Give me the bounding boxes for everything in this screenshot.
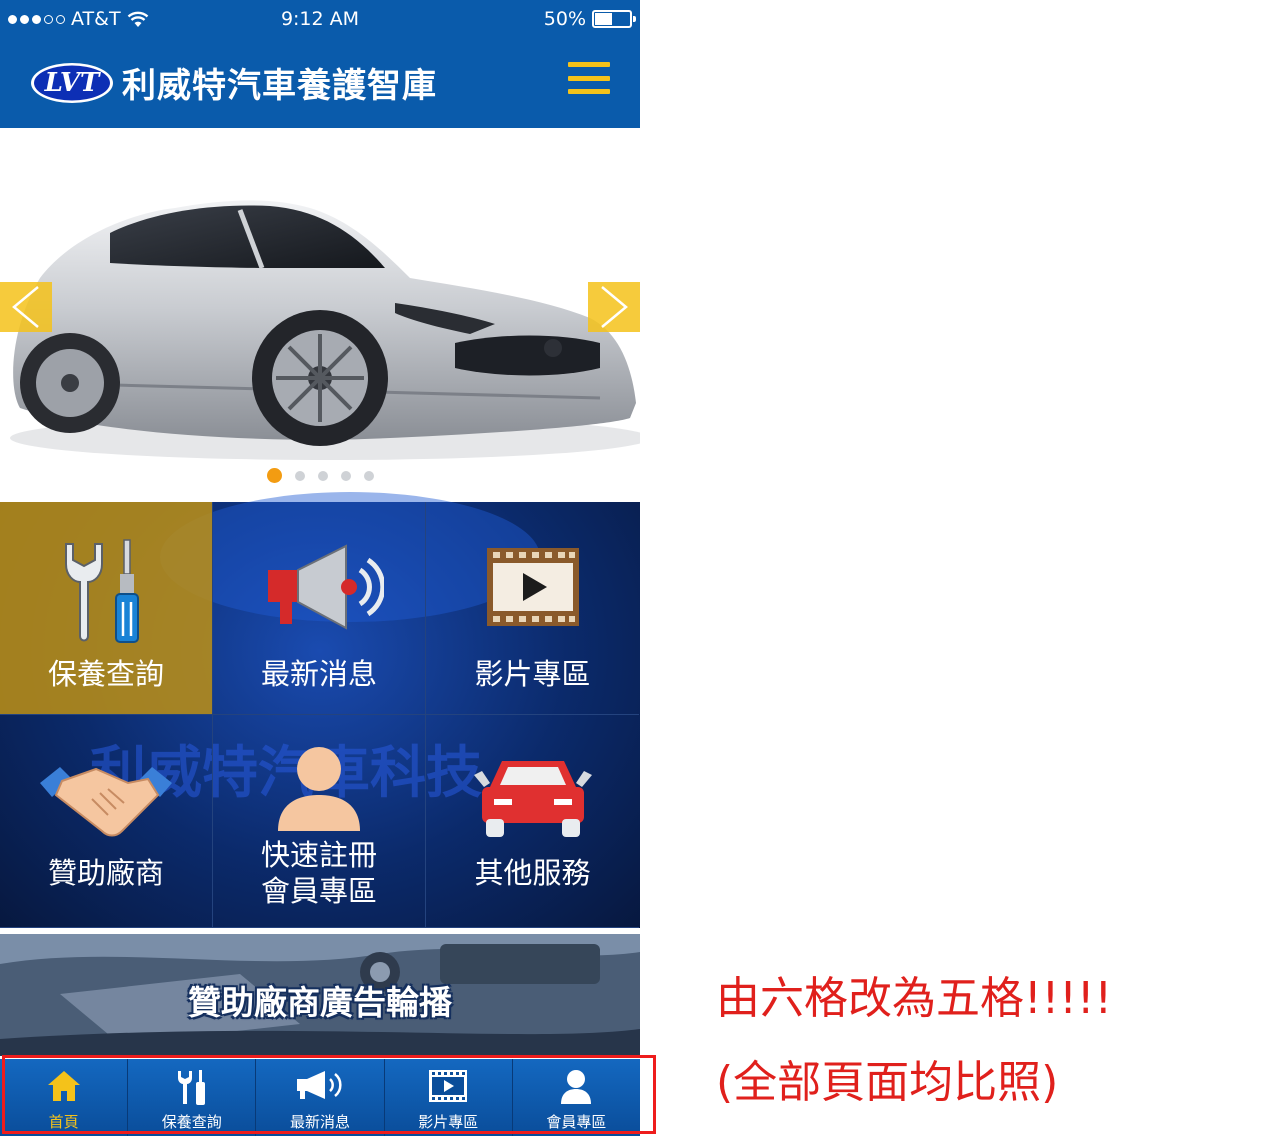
tile-other-services[interactable]: 其他服務 bbox=[426, 715, 639, 928]
app-logo[interactable]: LVT bbox=[30, 62, 114, 104]
handshake-icon bbox=[40, 767, 172, 837]
status-bar: AT&T 9:12 AM 50% bbox=[0, 0, 640, 40]
tile-video-zone[interactable]: 影片專區 bbox=[426, 502, 639, 715]
phone-screen: AT&T 9:12 AM 50% LVT 利威特汽車養護智庫 利威特汽車科技 保… bbox=[0, 0, 640, 1136]
app-header: AT&T 9:12 AM 50% LVT 利威特汽車養護智庫 bbox=[0, 0, 640, 128]
ad-banner-label: 贊助廠商廣告輪播 bbox=[188, 983, 452, 1022]
tile-latest-news[interactable]: 最新消息 bbox=[213, 502, 426, 715]
tile-label-line1: 快速註冊 bbox=[260, 838, 377, 872]
hamburger-menu-icon[interactable] bbox=[568, 62, 610, 94]
sponsor-ad-banner[interactable]: 贊助廠商廣告輪播 bbox=[0, 934, 640, 1056]
tile-label: 最新消息 bbox=[260, 657, 377, 691]
status-right: 50% bbox=[543, 8, 636, 30]
battery-icon bbox=[592, 10, 636, 28]
logo-text: LVT bbox=[44, 68, 100, 98]
carousel-dot-3[interactable] bbox=[317, 470, 328, 481]
carousel-dot-2[interactable] bbox=[294, 470, 305, 481]
tile-label: 其他服務 bbox=[474, 856, 591, 890]
wrench-screwdriver-icon bbox=[65, 539, 139, 643]
tile-label: 影片專區 bbox=[474, 657, 591, 691]
tile-sponsors[interactable]: 贊助廠商 bbox=[0, 715, 213, 928]
battery-percent: 50% bbox=[543, 8, 586, 30]
car-icon bbox=[473, 761, 592, 837]
chevron-right-icon bbox=[601, 286, 628, 328]
user-icon bbox=[278, 747, 360, 831]
carousel-next-button[interactable] bbox=[588, 282, 640, 332]
tab-bar-highlight-box bbox=[2, 1055, 656, 1134]
annotation-note: 由六格改為五格!!!!! bbox=[716, 973, 1113, 1024]
tile-maintenance-query[interactable]: 保養查詢 bbox=[0, 502, 213, 715]
hero-carousel[interactable] bbox=[0, 128, 640, 502]
carousel-indicator bbox=[0, 468, 640, 483]
tile-quick-register[interactable]: 快速註冊 會員專區 bbox=[213, 715, 426, 928]
tile-label: 贊助廠商 bbox=[47, 856, 164, 890]
carousel-dot-5[interactable] bbox=[363, 470, 374, 481]
tile-label-line2: 會員專區 bbox=[260, 874, 377, 908]
feature-grid: 利威特汽車科技 保養查詢 最新消息 影片專區 贊助廠商 快速註冊 會員專區 其他… bbox=[0, 492, 640, 928]
megaphone-icon bbox=[268, 544, 384, 630]
tile-label: 保養查詢 bbox=[47, 657, 164, 691]
annotation-subnote: (全部頁面均比照) bbox=[716, 1057, 1059, 1108]
film-play-icon bbox=[486, 548, 579, 626]
carousel-dot-4[interactable] bbox=[340, 470, 351, 481]
car-photo bbox=[10, 200, 640, 460]
app-title: 利威特汽車養護智庫 bbox=[122, 66, 437, 106]
chevron-left-icon bbox=[12, 286, 39, 328]
carousel-dot-1[interactable] bbox=[266, 468, 282, 483]
carousel-prev-button[interactable] bbox=[0, 282, 52, 332]
